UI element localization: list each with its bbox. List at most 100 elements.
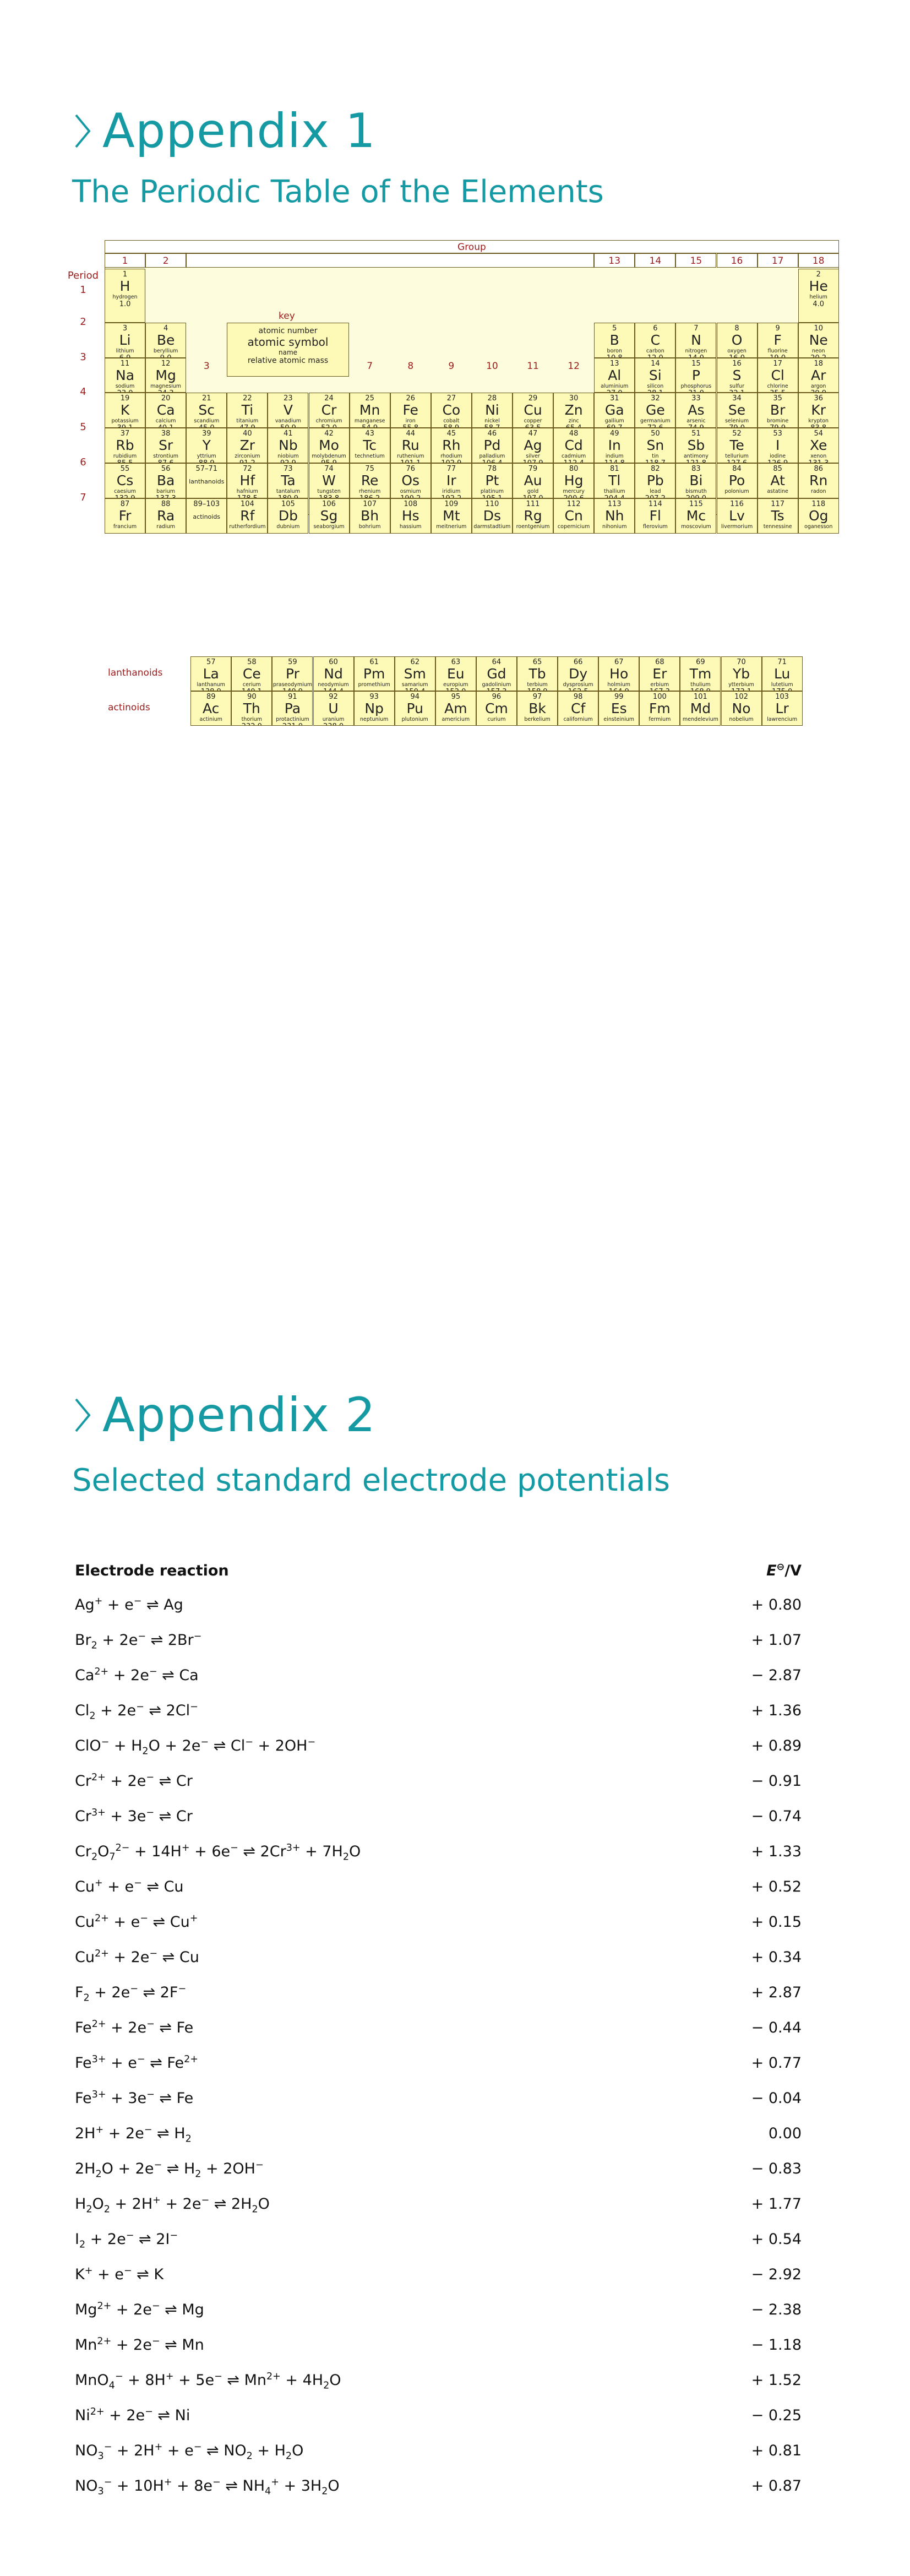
standard-potential: − 0.74: [751, 1808, 802, 1825]
header-potential: E⊖/V: [766, 1562, 802, 1579]
relative-atomic-mass: 52.0: [309, 424, 349, 427]
element-name: ytterbium: [728, 682, 754, 688]
element-cell: 47Agsilver107.9: [513, 428, 554, 463]
appendix-1-subtitle: The Periodic Table of the Elements: [72, 174, 604, 210]
atomic-symbol: V: [283, 402, 293, 419]
atomic-symbol: Ba: [156, 472, 175, 488]
relative-atomic-mass: 209.0: [676, 494, 716, 498]
element-cell: 11Nasodium23.0: [105, 357, 146, 393]
element-cell: 33Asarsenic74.9: [675, 393, 717, 428]
atomic-number: 8: [734, 324, 739, 333]
relative-atomic-mass: 85.5: [105, 459, 145, 463]
atomic-symbol: Er: [652, 666, 667, 682]
element-cell: 8Ooxygen16.0: [716, 322, 758, 358]
standard-potential: + 0.77: [751, 2055, 802, 2072]
atomic-number: 96: [492, 693, 502, 701]
element-cell: 96Cmcurium–: [476, 691, 517, 726]
series-label: actinoids: [193, 513, 221, 520]
element-cell: 13Alaluminium27.0: [594, 357, 635, 393]
atomic-symbol: Pr: [285, 666, 299, 682]
element-name: rutherfordium: [229, 523, 266, 530]
element-name: thulium: [690, 682, 711, 688]
element-cell: 109Mtmeitnerium–: [431, 498, 472, 534]
atomic-symbol: Bh: [361, 507, 379, 524]
relative-atomic-mass: –: [717, 494, 757, 498]
electrode-reaction: 2H2O + 2e− ⇌ H2 + 2OH−: [75, 2160, 264, 2180]
electrode-rows: Ag+ + e− ⇌ Ag + 0.80 Br2 + 2e− ⇌ 2Br− + 1.0…: [75, 1588, 802, 2504]
atomic-symbol: Cs: [116, 472, 134, 488]
standard-potential: + 1.52: [751, 2372, 802, 2389]
atomic-symbol: Bi: [689, 472, 703, 488]
element-name: praseodymium: [273, 682, 313, 688]
relative-atomic-mass: –: [717, 530, 757, 533]
group-number: 14: [635, 253, 676, 268]
atomic-number: 34: [732, 394, 742, 403]
element-cell: 64Gdgadolinium157.3: [476, 656, 517, 691]
element-name: germanium: [640, 418, 671, 425]
relative-atomic-mass: –: [350, 530, 390, 533]
electrode-reaction: Mn2+ + 2e− ⇌ Mn: [75, 2336, 204, 2354]
relative-atomic-mass: 95.9: [309, 459, 349, 463]
element-name: sodium: [115, 383, 135, 389]
periodic-table: Group121314151617183456789101112Period12…: [66, 240, 848, 726]
element-cell: 101Mdmendelevium–: [680, 691, 721, 726]
element-cell: 99Eseinsteinium–: [598, 691, 640, 726]
atomic-symbol: Zr: [239, 437, 255, 454]
atomic-number: 109: [444, 499, 459, 508]
element-name: francium: [113, 523, 137, 530]
element-name: carbon: [646, 347, 664, 354]
element-name: fluorine: [767, 347, 788, 354]
element-cell: 4Beberyllium9.0: [145, 322, 187, 358]
atomic-symbol: La: [203, 666, 219, 682]
atomic-symbol: In: [608, 437, 621, 454]
atomic-number: 104: [240, 499, 254, 508]
element-name: neptunium: [359, 716, 389, 722]
atomic-symbol: Dy: [569, 666, 588, 682]
element-cell: 74Wtungsten183.8: [308, 463, 350, 498]
element-cell: 28Ninickel58.7: [471, 393, 513, 428]
atomic-number: 52: [732, 430, 742, 438]
element-cell: 53Iiodine126.9: [757, 428, 798, 463]
atomic-symbol: Rf: [240, 507, 255, 524]
atomic-number: 78: [487, 465, 497, 473]
atomic-symbol: Fe: [402, 402, 418, 419]
standard-potential: + 0.89: [751, 1737, 802, 1754]
atomic-number: 107: [363, 499, 377, 508]
element-cell: 56Babarium137.3: [145, 463, 187, 498]
chevron-right-icon: [75, 1398, 91, 1432]
element-name: vanadium: [275, 418, 302, 425]
atomic-number: 118: [811, 499, 826, 508]
relative-atomic-mass: –: [227, 530, 267, 533]
element-cell: 92Uuranium238.0: [313, 691, 354, 726]
atomic-symbol: Md: [690, 700, 711, 716]
atomic-number: 13: [609, 359, 619, 368]
element-cell: 40Zrzirconium91.2: [227, 428, 268, 463]
atomic-number-range: 57–71: [195, 465, 218, 473]
element-name: antimony: [683, 453, 709, 460]
standard-potential: + 0.54: [751, 2231, 802, 2248]
atomic-number: 28: [487, 394, 497, 403]
electrode-reaction: ClO− + H2O + 2e− ⇌ Cl− + 2OH−: [75, 1737, 316, 1757]
element-cell: 44Ruruthenium101.1: [390, 428, 431, 463]
element-name: roentgenium: [516, 523, 550, 530]
element-cell: 106Sgseaborgium–: [308, 498, 350, 534]
element-name: livermorium: [721, 523, 753, 530]
atomic-number: 49: [609, 430, 619, 438]
electrode-reaction: Cu+ + e− ⇌ Cu: [75, 1878, 184, 1895]
relative-atomic-mass: 69.7: [595, 424, 634, 427]
relative-atomic-mass: 106.4: [472, 459, 512, 463]
atomic-number: 98: [573, 693, 583, 701]
electrode-reaction: Fe3+ + e− ⇌ Fe2+: [75, 2054, 198, 2072]
relative-atomic-mass: –: [595, 530, 634, 533]
atomic-number: 62: [410, 658, 419, 666]
electrode-reaction: Br2 + 2e− ⇌ 2Br−: [75, 1631, 202, 1651]
atomic-number: 71: [777, 658, 787, 666]
atomic-number: 102: [734, 693, 748, 701]
atomic-symbol: Ne: [809, 331, 828, 348]
standard-potential: + 1.07: [751, 1632, 802, 1649]
element-cell: 102Nonobelium–: [721, 691, 762, 726]
series-placeholder-cell: 57–71 lanthanoids: [186, 463, 227, 498]
atomic-number: 105: [281, 499, 295, 508]
atomic-number: 74: [324, 465, 334, 473]
relative-atomic-mass: 238.0: [314, 722, 353, 725]
